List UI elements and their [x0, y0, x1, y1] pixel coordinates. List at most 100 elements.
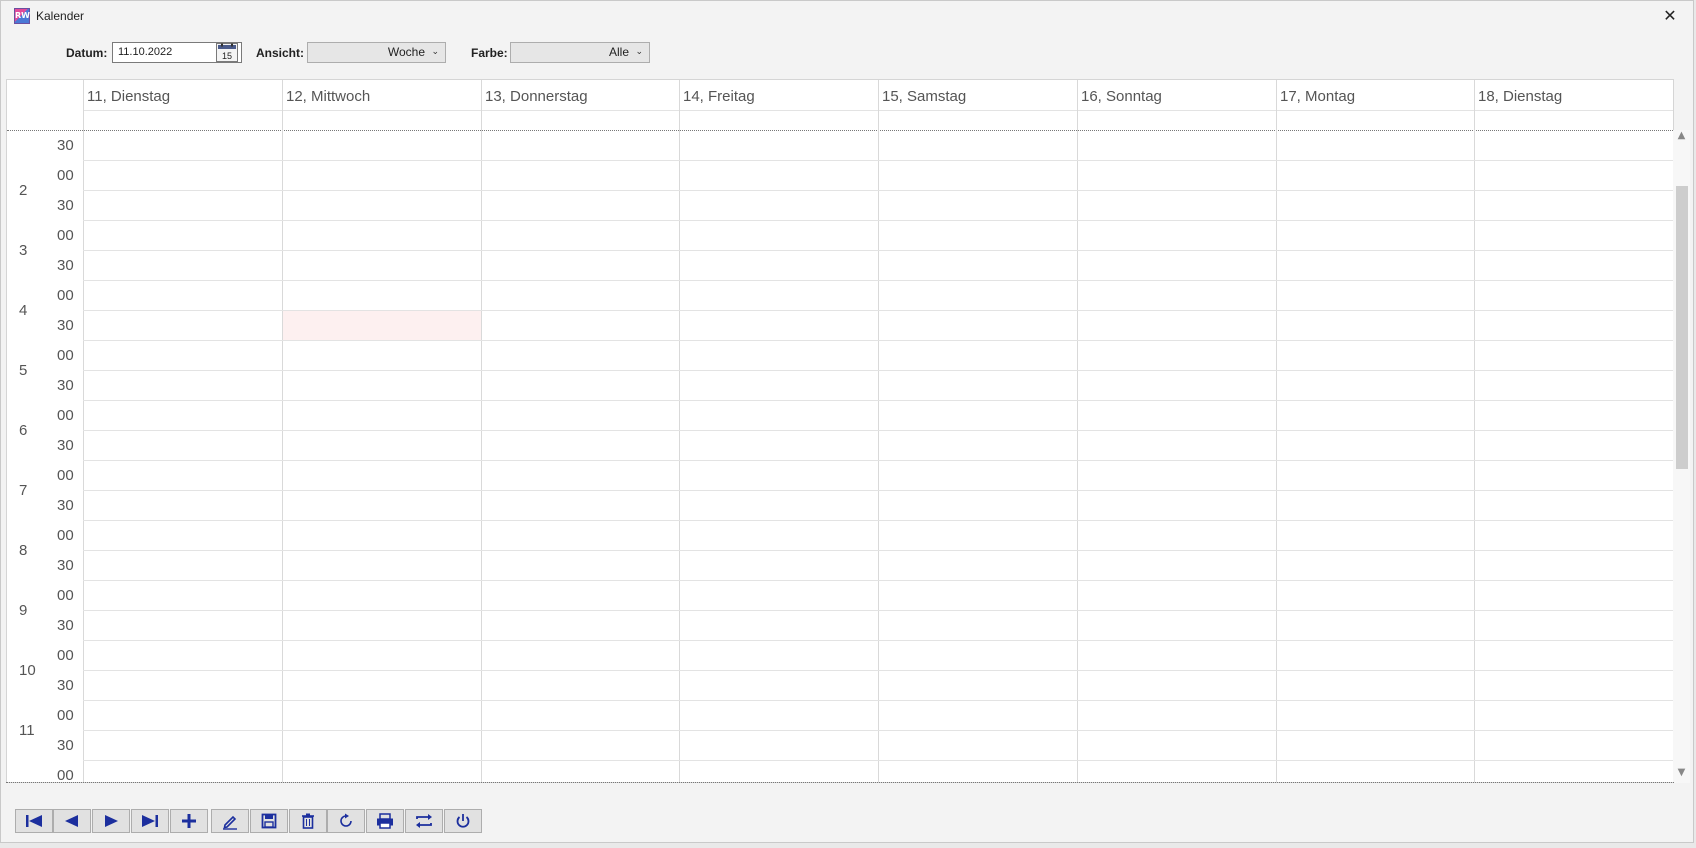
- calendar-picker-icon[interactable]: 15: [216, 43, 238, 62]
- minute-label: 30: [57, 497, 74, 514]
- hour-label: 10: [19, 662, 36, 679]
- hour-label: 8: [19, 542, 28, 559]
- time-grid[interactable]: 30 00 30 00 30 00 30 00 30 00 30 00 30 00 30 00 30 00 30 00…: [7, 131, 1673, 783]
- swap-icon: [414, 812, 434, 830]
- minute-label: 30: [57, 677, 74, 694]
- delete-button[interactable]: [289, 809, 327, 833]
- first-record-button[interactable]: [15, 809, 53, 833]
- time-slot-divider: [83, 670, 1673, 671]
- all-day-cell[interactable]: [1276, 110, 1475, 131]
- hour-label: 5: [19, 362, 28, 379]
- time-slot-divider: [83, 640, 1673, 641]
- add-button[interactable]: [170, 809, 208, 833]
- chevron-down-icon: ⌄: [431, 47, 439, 57]
- all-day-cell[interactable]: [481, 110, 680, 131]
- minute-label: 00: [57, 527, 74, 544]
- day-header[interactable]: 13, Donnerstag: [481, 80, 680, 110]
- refresh-icon: [337, 812, 355, 830]
- last-record-button[interactable]: [131, 809, 169, 833]
- time-slot-divider: [83, 520, 1673, 521]
- day-header[interactable]: 18, Dienstag: [1474, 80, 1673, 110]
- day-header[interactable]: 15, Samstag: [878, 80, 1077, 110]
- trash-icon: [299, 812, 317, 830]
- time-slot-divider: [83, 760, 1673, 761]
- minute-label: 00: [57, 347, 74, 364]
- all-day-cell[interactable]: [1474, 110, 1673, 131]
- scrollbar-thumb[interactable]: [1676, 186, 1688, 469]
- day-column-divider: [1077, 131, 1078, 782]
- color-select[interactable]: Alle ⌄: [510, 42, 650, 63]
- minute-label: 00: [57, 167, 74, 184]
- refresh-button[interactable]: [327, 809, 365, 833]
- printer-icon: [375, 812, 395, 830]
- day-header[interactable]: 17, Montag: [1276, 80, 1475, 110]
- minute-label: 30: [57, 437, 74, 454]
- day-header-row: 11, Dienstag 12, Mittwoch 13, Donnerstag 14…: [7, 80, 1673, 131]
- next-button[interactable]: [92, 809, 130, 833]
- scroll-up-icon[interactable]: ▲: [1673, 130, 1690, 146]
- day-header[interactable]: 12, Mittwoch: [282, 80, 481, 110]
- vertical-scrollbar[interactable]: ▲ ▼: [1673, 130, 1690, 783]
- time-slot-divider: [83, 550, 1673, 551]
- hour-label: 6: [19, 422, 28, 439]
- day-header[interactable]: 11, Dienstag: [83, 80, 282, 110]
- all-day-cell[interactable]: [878, 110, 1077, 131]
- all-day-cell[interactable]: [83, 110, 282, 131]
- title-bar: RW Kalender ✕: [1, 1, 1693, 31]
- action-toolbar: [0, 800, 1696, 840]
- selected-time-slot[interactable]: [283, 311, 481, 341]
- app-icon: RW: [14, 8, 30, 24]
- hour-label: 4: [19, 302, 28, 319]
- day-column-divider: [481, 131, 482, 782]
- time-slot-divider: [83, 310, 1673, 311]
- time-slot-divider: [83, 400, 1673, 401]
- day-column-divider: [282, 131, 283, 782]
- pencil-icon: [221, 812, 239, 830]
- day-header[interactable]: 16, Sonntag: [1077, 80, 1276, 110]
- day-column-divider: [1474, 131, 1475, 782]
- minute-label: 00: [57, 287, 74, 304]
- switch-button[interactable]: [405, 809, 443, 833]
- grid-bottom-separator: [6, 782, 1674, 783]
- plus-icon: [180, 812, 198, 830]
- time-slot-divider: [83, 370, 1673, 371]
- time-slot-divider: [83, 700, 1673, 701]
- time-slot-divider: [83, 280, 1673, 281]
- power-button[interactable]: [444, 809, 482, 833]
- minute-label: 00: [57, 467, 74, 484]
- time-slot-divider: [83, 340, 1673, 341]
- time-slot-divider: [83, 160, 1673, 161]
- print-button[interactable]: [366, 809, 404, 833]
- minute-label: 30: [57, 197, 74, 214]
- date-label: Datum:: [66, 46, 108, 60]
- save-button[interactable]: [250, 809, 288, 833]
- time-slot-divider: [83, 430, 1673, 431]
- time-slot-divider: [83, 730, 1673, 731]
- arrow-right-icon: [101, 813, 121, 829]
- view-label: Ansicht:: [256, 46, 304, 60]
- close-button[interactable]: ✕: [1647, 1, 1693, 31]
- calendar-icon-day: 15: [222, 51, 232, 61]
- all-day-cell[interactable]: [679, 110, 878, 131]
- day-column-divider: [679, 131, 680, 782]
- hour-label: 2: [19, 182, 28, 199]
- all-day-cell[interactable]: [1077, 110, 1276, 131]
- scroll-down-icon[interactable]: ▼: [1673, 767, 1690, 783]
- minute-label: 30: [57, 737, 74, 754]
- floppy-icon: [260, 812, 278, 830]
- color-select-value: Alle: [608, 45, 629, 59]
- minute-label: 00: [57, 767, 74, 783]
- minute-label: 30: [57, 317, 74, 334]
- hour-label: 9: [19, 602, 28, 619]
- skip-first-icon: [24, 813, 44, 829]
- edit-button[interactable]: [211, 809, 249, 833]
- minute-label: 00: [57, 647, 74, 664]
- all-day-cell[interactable]: [282, 110, 481, 131]
- previous-button[interactable]: [53, 809, 91, 833]
- minute-label: 30: [57, 617, 74, 634]
- view-select[interactable]: Woche ⌄: [307, 42, 446, 63]
- minute-label: 00: [57, 707, 74, 724]
- day-header[interactable]: 14, Freitag: [679, 80, 878, 110]
- filter-toolbar: Datum: 11.10.2022 15 Ansicht: Woche ⌄ Fa…: [1, 31, 1693, 75]
- hour-label: 7: [19, 482, 28, 499]
